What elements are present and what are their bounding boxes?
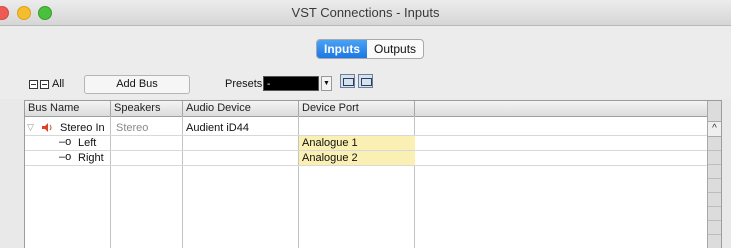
window-title: VST Connections - Inputs (291, 5, 440, 20)
connections-table: Bus Name Speakers Audio Device Device Po… (24, 100, 722, 248)
table-row[interactable]: –o Left Analogue 1 (25, 136, 707, 151)
title-bar: VST Connections - Inputs (0, 0, 731, 26)
tab-outputs[interactable]: Outputs (367, 40, 423, 58)
expand-collapse-all-toggle[interactable] (29, 80, 49, 89)
device-port-cell[interactable] (299, 121, 415, 135)
vertical-scrollbar[interactable]: ^ (707, 101, 721, 248)
table-header: Bus Name Speakers Audio Device Device Po… (25, 101, 721, 117)
inputs-outputs-tabs: Inputs Outputs (316, 39, 425, 59)
column-header-device-port[interactable]: Device Port (299, 101, 415, 116)
expand-all-icon[interactable] (29, 80, 38, 89)
expand-triangle-icon[interactable]: ▽ (27, 122, 34, 133)
device-port-cell[interactable]: Analogue 2 (299, 151, 415, 165)
column-header-audio-device[interactable]: Audio Device (183, 101, 299, 116)
presets-select[interactable]: - (263, 76, 319, 91)
speaker-icon (42, 123, 52, 132)
scroll-up-arrow-icon[interactable]: ^ (708, 121, 721, 137)
presets-dropdown-icon[interactable]: ▼ (321, 76, 332, 91)
speakers-cell[interactable] (113, 136, 181, 150)
all-label: All (52, 78, 65, 90)
scrollbar-track[interactable] (708, 137, 721, 248)
audio-device-cell[interactable] (183, 151, 299, 165)
column-header-speakers[interactable]: Speakers (111, 101, 183, 116)
add-bus-button[interactable]: Add Bus (84, 75, 190, 94)
channel-connector-icon: –o (59, 136, 72, 148)
audio-device-cell[interactable] (183, 136, 299, 150)
table-row[interactable]: ▽ Stereo In Stereo Audient iD44 (25, 121, 707, 136)
collapse-all-icon[interactable] (40, 80, 49, 89)
column-header-bus-name[interactable]: Bus Name (25, 101, 111, 116)
toolbar: Inputs Outputs All Add Bus Presets - ▼ (0, 26, 731, 99)
bus-name-cell[interactable]: Left (75, 136, 111, 150)
bus-name-cell[interactable]: Right (75, 151, 111, 165)
tab-inputs[interactable]: Inputs (317, 40, 367, 58)
speakers-cell[interactable] (113, 151, 181, 165)
vst-connections-window: VST Connections - Inputs Inputs Outputs … (0, 0, 731, 248)
channel-connector-icon: –o (59, 151, 72, 163)
device-port-cell[interactable]: Analogue 1 (299, 136, 415, 150)
audio-device-cell[interactable]: Audient iD44 (183, 121, 299, 135)
store-preset-icon[interactable] (340, 74, 355, 88)
table-row[interactable]: –o Right Analogue 2 (25, 151, 707, 166)
bus-name-cell[interactable]: Stereo In (57, 121, 111, 135)
presets-label: Presets (225, 78, 263, 90)
speakers-cell[interactable]: Stereo (113, 121, 181, 135)
remove-preset-icon[interactable] (358, 74, 373, 88)
